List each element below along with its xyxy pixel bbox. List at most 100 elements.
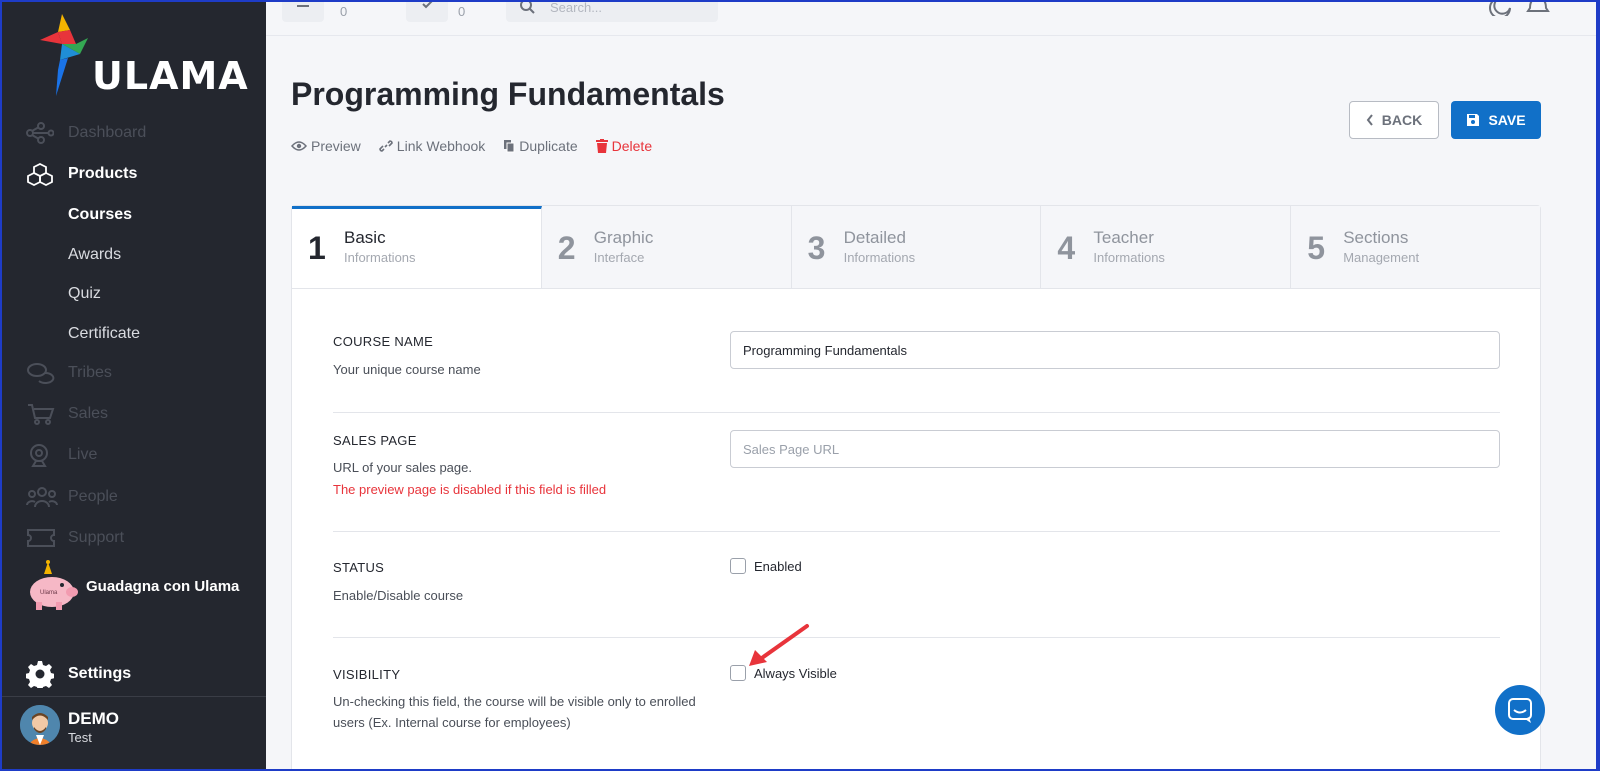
sidebar-item-products[interactable]: Products (26, 161, 137, 187)
enabled-label: Enabled (754, 558, 802, 574)
cart-icon (26, 401, 58, 427)
sidebar-item-label: Tribes (68, 364, 112, 381)
sidebar-item-sales[interactable]: Sales (26, 401, 108, 427)
divider (333, 412, 1500, 413)
course-name-input[interactable] (730, 331, 1500, 369)
link-webhook-link[interactable]: Link Webhook (378, 138, 486, 154)
sales-page-input[interactable] (730, 430, 1500, 468)
people-icon (26, 484, 58, 510)
sales-page-desc: URL of your sales page. (333, 460, 472, 475)
moon-icon[interactable] (1486, 2, 1514, 16)
trash-icon (595, 139, 608, 153)
step-title: Detailed (843, 228, 906, 247)
comments-icon (26, 360, 58, 386)
dashboard-icon (26, 120, 58, 146)
chevron-left-icon (1366, 114, 1373, 126)
sidebar: ULAMA Dashboard Products Courses Awards … (2, 2, 266, 769)
checkbox-box[interactable] (730, 558, 746, 574)
sales-page-label: SALES PAGE (333, 433, 417, 448)
step-teacher[interactable]: 4 Teacher Informations (1041, 206, 1292, 288)
sidebar-item-tribes[interactable]: Tribes (26, 360, 112, 386)
promo-link[interactable]: Ulama Guadagna con Ulama (26, 560, 239, 612)
step-detailed[interactable]: 3 Detailed Informations (791, 206, 1042, 288)
delete-label: Delete (611, 138, 653, 154)
status-desc: Enable/Disable course (333, 588, 464, 603)
bell-icon[interactable] (1524, 2, 1552, 16)
search-placeholder: Search... (550, 2, 603, 15)
course-form-card: 1 Basic Informations 2 Graphic Interface… (291, 205, 1541, 769)
gear-icon (26, 661, 58, 688)
menu-icon (297, 5, 309, 7)
duplicate-label: Duplicate (519, 138, 578, 154)
user-role: Test (68, 730, 92, 745)
visibility-label: VISIBILITY (333, 667, 401, 682)
menu-toggle-button[interactable] (282, 2, 324, 22)
sidebar-item-live[interactable]: Live (26, 442, 97, 468)
step-title: Sections (1343, 228, 1409, 247)
step-title: Graphic (593, 228, 654, 247)
status-label: STATUS (333, 560, 385, 575)
search-icon (520, 2, 535, 14)
step-number: 3 (807, 230, 826, 266)
step-sections[interactable]: 5 Sections Management (1291, 206, 1540, 288)
sidebar-item-dashboard[interactable]: Dashboard (26, 120, 146, 146)
sidebar-divider (2, 696, 266, 697)
brand-name: ULAMA (92, 54, 249, 98)
visibility-desc: Un-checking this field, the course will … (333, 694, 696, 730)
step-title: Basic (344, 228, 386, 247)
step-number: 1 (308, 230, 326, 266)
page-actions: Preview Link Webhook Duplicate Delete (291, 138, 660, 154)
avatar (20, 705, 60, 745)
step-title: Teacher (1093, 228, 1154, 247)
divider (333, 637, 1500, 638)
link-webhook-label: Link Webhook (396, 138, 486, 154)
sidebar-item-label: Products (68, 165, 138, 182)
top-bar: 0 0 Search... (266, 2, 1596, 36)
tasks-button[interactable] (406, 2, 448, 22)
sidebar-item-support[interactable]: Support (26, 525, 124, 551)
sidebar-item-label: Live (68, 446, 98, 463)
sidebar-item-label: Sales (68, 405, 109, 422)
page-title: Programming Fundamentals (291, 76, 725, 112)
step-number: 4 (1057, 230, 1076, 266)
user-name: DEMO (68, 709, 119, 728)
webcam-icon (26, 442, 58, 468)
preview-link[interactable]: Preview (291, 138, 361, 154)
piggy-bank-icon: Ulama (30, 560, 78, 610)
sidebar-subitem-awards[interactable]: Awards (68, 246, 121, 264)
sidebar-item-settings[interactable]: Settings (26, 661, 131, 688)
svg-text:Ulama: Ulama (40, 590, 58, 596)
step-number: 2 (557, 230, 576, 266)
step-subtitle: Informations (344, 250, 416, 265)
step-subtitle: Interface (593, 250, 645, 265)
cubes-icon (26, 161, 58, 187)
save-label: SAVE (1488, 112, 1526, 128)
user-profile[interactable]: DEMO Test (20, 705, 119, 745)
delete-link[interactable]: Delete (595, 138, 653, 154)
sidebar-subitem-quiz[interactable]: Quiz (68, 285, 101, 303)
duplicate-link[interactable]: Duplicate (503, 138, 578, 154)
course-name-label: COURSE NAME (333, 334, 434, 349)
logo[interactable]: ULAMA (32, 10, 248, 102)
eye-icon (291, 141, 307, 151)
save-button[interactable]: SAVE (1451, 101, 1541, 139)
sidebar-item-label: Dashboard (68, 124, 147, 141)
step-basic[interactable]: 1 Basic Informations (292, 206, 542, 288)
back-button[interactable]: BACK (1349, 101, 1439, 139)
divider (333, 531, 1500, 532)
sidebar-item-label: People (68, 488, 118, 505)
chat-button[interactable] (1495, 685, 1545, 735)
preview-label: Preview (311, 138, 361, 154)
sidebar-item-people[interactable]: People (26, 484, 118, 510)
search-input[interactable]: Search... (506, 2, 718, 22)
step-graphic[interactable]: 2 Graphic Interface (541, 206, 792, 288)
sidebar-subitem-certificate[interactable]: Certificate (68, 325, 140, 343)
checkbox-box[interactable] (730, 665, 746, 681)
enabled-checkbox[interactable]: Enabled (730, 558, 802, 574)
step-subtitle: Management (1343, 250, 1420, 265)
save-icon (1467, 114, 1480, 126)
check-icon (422, 2, 433, 9)
sidebar-subitem-courses[interactable]: Courses (68, 206, 132, 224)
step-subtitle: Informations (1093, 250, 1165, 265)
back-label: BACK (1381, 112, 1423, 128)
